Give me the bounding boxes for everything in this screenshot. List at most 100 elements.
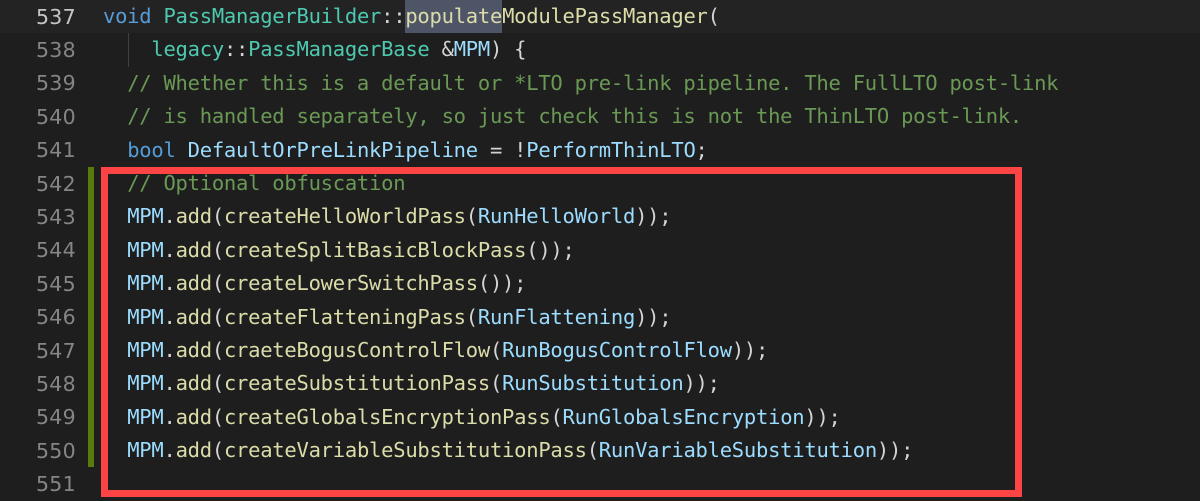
code-token: add (176, 234, 212, 267)
indent-guide (128, 33, 129, 66)
code-line-text[interactable]: MPM.add(craeteBogusControlFlow(RunBogusC… (94, 334, 1200, 367)
code-line-row[interactable]: 540 // is handled separately, so just ch… (0, 100, 1200, 133)
code-token: :: (224, 33, 248, 66)
code-token: DefaultOrPreLinkPipeline (188, 134, 478, 167)
code-token: ) { (490, 33, 526, 66)
code-token (103, 401, 127, 434)
code-line-row[interactable]: 546 MPM.add(createFlatteningPass(RunFlat… (0, 301, 1200, 334)
code-token: )); (683, 367, 719, 400)
line-number: 551 (0, 467, 76, 500)
code-token: add (176, 434, 212, 467)
code-line-row[interactable]: 549 MPM.add(createGlobalsEncryptionPass(… (0, 401, 1200, 434)
code-token: )); (635, 301, 671, 334)
code-token (103, 200, 127, 233)
code-line-text[interactable]: void PassManagerBuilder::populateModuleP… (94, 0, 1200, 33)
code-line-text[interactable]: MPM.add(createFlatteningPass(RunFlatteni… (94, 301, 1200, 334)
code-line-text[interactable]: bool DefaultOrPreLinkPipeline = !Perform… (94, 134, 1200, 167)
code-token: // Optional obfuscation (127, 167, 405, 200)
code-token: createFlatteningPass (224, 301, 466, 334)
code-line-text[interactable]: MPM.add(createVariableSubstitutionPass(R… (94, 434, 1200, 467)
code-line-row[interactable]: 550 MPM.add(createVariableSubstitutionPa… (0, 434, 1200, 467)
code-line-text[interactable]: // is handled separately, so just check … (94, 100, 1200, 133)
code-line-text[interactable]: // Optional obfuscation (94, 167, 1200, 200)
code-token: MPM (127, 234, 163, 267)
code-token (103, 67, 127, 100)
code-line-text[interactable]: // Whether this is a default or *LTO pre… (94, 67, 1200, 100)
code-line-text[interactable]: MPM.add(createSplitBasicBlockPass()); (94, 234, 1200, 267)
code-token: . (163, 434, 175, 467)
code-token (103, 134, 127, 167)
code-token: . (163, 301, 175, 334)
code-token: MPM (127, 434, 163, 467)
code-token: PerformThinLTO (526, 134, 695, 167)
code-token: // Whether this is a default or *LTO pre… (127, 67, 1058, 100)
code-token (103, 367, 127, 400)
code-token: MPM (127, 301, 163, 334)
line-number: 538 (0, 33, 76, 66)
code-line-text[interactable] (94, 467, 1200, 500)
code-token: )); (635, 200, 671, 233)
code-token: createSubstitutionPass (224, 367, 490, 400)
code-line-row[interactable]: 544 MPM.add(createSplitBasicBlockPass())… (0, 234, 1200, 267)
code-token: ! (514, 134, 526, 167)
code-line-row[interactable]: 551 (0, 467, 1200, 500)
code-token: ( (490, 334, 502, 367)
code-token (103, 434, 127, 467)
code-line-text[interactable]: MPM.add(createGlobalsEncryptionPass(RunG… (94, 401, 1200, 434)
code-line-text[interactable]: MPM.add(createLowerSwitchPass()); (94, 267, 1200, 300)
code-token: = (478, 134, 514, 167)
code-token: ( (466, 200, 478, 233)
code-token: // is handled separately, so just check … (127, 100, 1022, 133)
code-line-row[interactable]: 545 MPM.add(createLowerSwitchPass()); (0, 267, 1200, 300)
code-token: ()); (526, 234, 574, 267)
code-lines-container[interactable]: 537void PassManagerBuilder::populateModu… (0, 0, 1200, 501)
code-token (103, 301, 127, 334)
line-number: 546 (0, 301, 76, 334)
code-token: RunSubstitution (502, 367, 683, 400)
code-token: MPM (127, 334, 163, 367)
code-editor[interactable]: 537void PassManagerBuilder::populateModu… (0, 0, 1200, 501)
code-token: createLowerSwitchPass (224, 267, 478, 300)
code-token: ( (212, 200, 224, 233)
code-token: void (103, 0, 151, 33)
line-number: 550 (0, 434, 76, 467)
code-token: ( (587, 434, 599, 467)
code-token: ( (708, 0, 720, 33)
code-token: )); (732, 334, 768, 367)
code-line-text[interactable]: MPM.add(createSubstitutionPass(RunSubsti… (94, 367, 1200, 400)
code-token: :: (381, 0, 405, 33)
line-number: 548 (0, 367, 76, 400)
code-token: ( (212, 301, 224, 334)
code-line-row[interactable]: 547 MPM.add(craeteBogusControlFlow(RunBo… (0, 334, 1200, 367)
line-number: 541 (0, 134, 76, 167)
code-token: ( (212, 334, 224, 367)
code-token: MPM (127, 401, 163, 434)
code-line-row[interactable]: 543 MPM.add(createHelloWorldPass(RunHell… (0, 200, 1200, 233)
code-token: MPM (127, 267, 163, 300)
line-number: 549 (0, 401, 76, 434)
code-line-row[interactable]: 538 legacy::PassManagerBase &MPM) { (0, 33, 1200, 66)
code-token: add (176, 401, 212, 434)
code-token: createHelloWorldPass (224, 200, 466, 233)
code-line-text[interactable]: MPM.add(createHelloWorldPass(RunHelloWor… (94, 200, 1200, 233)
code-line-row[interactable]: 548 MPM.add(createSubstitutionPass(RunSu… (0, 367, 1200, 400)
code-token: ( (212, 234, 224, 267)
code-line-row[interactable]: 537void PassManagerBuilder::populateModu… (0, 0, 1200, 33)
line-number: 543 (0, 200, 76, 233)
code-line-text[interactable]: legacy::PassManagerBase &MPM) { (94, 33, 1200, 66)
line-number: 540 (0, 100, 76, 133)
code-line-row[interactable]: 539 // Whether this is a default or *LTO… (0, 67, 1200, 100)
code-token: MPM (127, 367, 163, 400)
code-token: ; (696, 134, 708, 167)
code-token: ( (550, 401, 562, 434)
code-token: populate (405, 0, 502, 33)
code-token: bool (127, 134, 175, 167)
code-token (430, 33, 442, 66)
code-line-row[interactable]: 542 // Optional obfuscation (0, 167, 1200, 200)
code-token: . (163, 367, 175, 400)
code-line-row[interactable]: 541 bool DefaultOrPreLinkPipeline = !Per… (0, 134, 1200, 167)
code-token: ()); (478, 267, 526, 300)
code-token: RunBogusControlFlow (502, 334, 732, 367)
code-token: createGlobalsEncryptionPass (224, 401, 551, 434)
code-token: . (163, 401, 175, 434)
